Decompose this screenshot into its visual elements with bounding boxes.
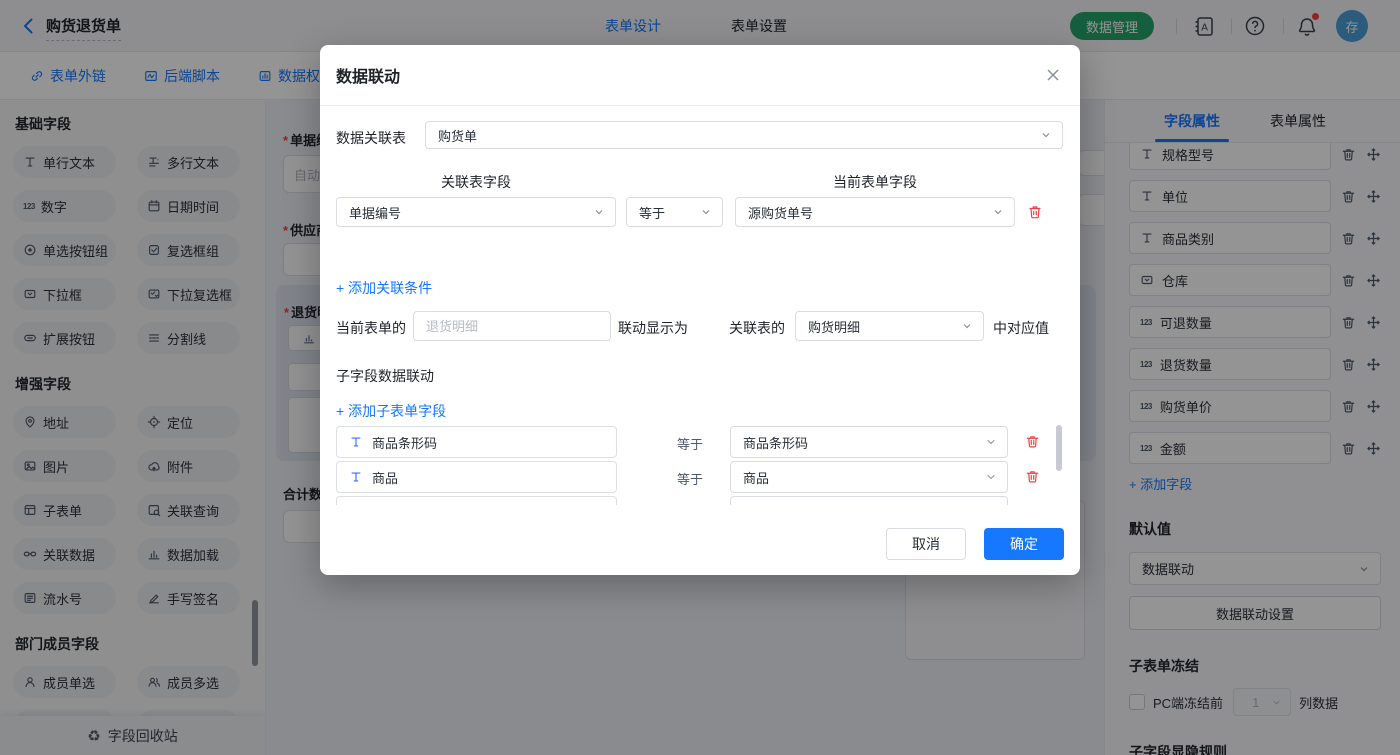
subfield-row: [336, 496, 1048, 505]
related-table-label: 关联表的: [729, 318, 785, 338]
subfield-field-label: 商品条形码: [372, 433, 437, 452]
add-condition-link[interactable]: + 添加关联条件: [336, 278, 432, 298]
condition-field-value: 单据编号: [349, 203, 401, 222]
subfield-value-select[interactable]: 商品: [730, 461, 1008, 493]
chevron-down-icon: [985, 436, 997, 448]
subfield-row: 商品 等于 商品: [336, 461, 1048, 493]
subfield-field-box[interactable]: 商品条形码: [336, 426, 617, 458]
subfield-value-text: 商品: [743, 468, 769, 487]
related-table-value: 购货明细: [808, 317, 860, 336]
modal-title: 数据联动: [336, 45, 400, 105]
subfield-rows: 商品条形码等于商品条形码商品等于商品: [336, 426, 1048, 505]
column-header-left: 关联表字段: [336, 172, 616, 192]
cancel-button[interactable]: 取消: [886, 528, 966, 560]
add-subfield-link[interactable]: + 添加子表单字段: [336, 401, 446, 421]
delete-subfield-icon[interactable]: [1025, 434, 1040, 449]
relation-table-label: 数据关联表: [336, 128, 406, 148]
current-form-label: 当前表单的: [336, 318, 406, 338]
condition-field-select[interactable]: 单据编号: [336, 197, 616, 227]
delete-subfield-icon[interactable]: [1025, 469, 1040, 484]
display-as-label: 联动显示为: [618, 318, 688, 338]
subfield-op-label: 等于: [677, 434, 703, 453]
column-header-right: 当前表单字段: [735, 172, 1015, 192]
subfield-linkage-title: 子字段数据联动: [336, 366, 434, 386]
condition-target-value: 源购货单号: [748, 203, 813, 222]
related-suffix-label: 中对应值: [993, 318, 1049, 338]
chevron-down-icon: [593, 206, 605, 218]
text-icon: [349, 435, 363, 449]
condition-op-select[interactable]: 等于: [626, 197, 723, 227]
current-form-input[interactable]: [413, 311, 611, 341]
subfield-row: 商品条形码 等于 商品条形码: [336, 426, 1048, 458]
data-linkage-modal: 数据联动 数据关联表 购货单 关联表字段 当前表单字段 单据编号 等于 源购货单…: [320, 45, 1080, 575]
condition-target-select[interactable]: 源购货单号: [735, 197, 1015, 227]
text-icon: [349, 470, 363, 484]
chevron-down-icon: [1040, 129, 1052, 141]
chevron-down-icon: [992, 206, 1004, 218]
subfield-value-select[interactable]: 商品条形码: [730, 426, 1008, 458]
subfield-value-select[interactable]: [730, 496, 1008, 505]
chevron-down-icon: [985, 471, 997, 483]
chevron-down-icon: [961, 320, 973, 332]
subfield-field-box[interactable]: [336, 496, 617, 505]
confirm-button[interactable]: 确定: [984, 528, 1064, 560]
subfield-op-label: 等于: [677, 469, 703, 488]
app-root: 购货退货单 表单设计表单设置 数据管理 A 存 表单外链后端脚本数据权限 预览 …: [0, 0, 1400, 755]
subfield-field-label: 商品: [372, 468, 398, 487]
close-icon[interactable]: [1044, 66, 1062, 84]
subfield-field-box[interactable]: 商品: [336, 461, 617, 493]
condition-op-value: 等于: [639, 203, 665, 222]
relation-table-select[interactable]: 购货单: [425, 121, 1063, 149]
chevron-down-icon: [700, 206, 712, 218]
modal-divider: [320, 105, 1080, 106]
modal-scrollbar[interactable]: [1056, 425, 1062, 471]
relation-table-value: 购货单: [438, 126, 477, 145]
delete-condition-icon[interactable]: [1027, 204, 1043, 220]
subfield-value-text: 商品条形码: [743, 433, 808, 452]
related-table-select[interactable]: 购货明细: [795, 311, 984, 341]
